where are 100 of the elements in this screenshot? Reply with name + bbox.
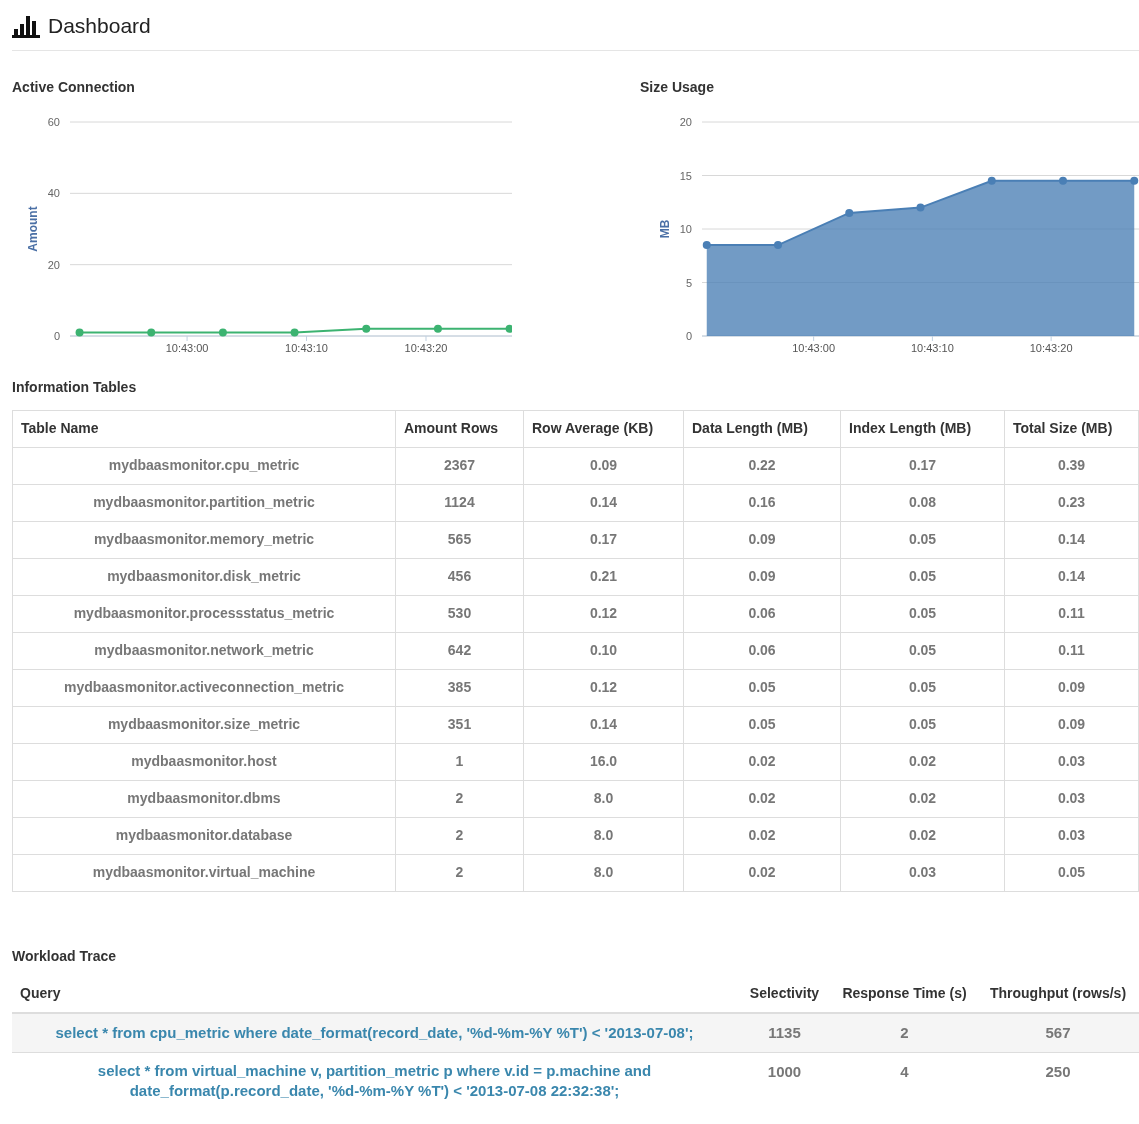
table-cell: 0.17 [840, 447, 1005, 484]
table-cell: mydbaasmonitor.size_metric [12, 706, 396, 743]
table-cell: mydbaasmonitor.virtual_machine [12, 854, 396, 891]
data-point [702, 240, 711, 249]
data-point [147, 327, 156, 336]
y-tick-label: 20 [679, 115, 692, 128]
chart-title: Active Connection [12, 77, 136, 97]
table-cell: mydbaasmonitor.processstatus_metric [12, 595, 396, 632]
x-tick-label: 10:43:10 [285, 341, 328, 354]
data-point [774, 240, 782, 249]
y-axis-title: Amount [26, 205, 40, 252]
table-cell: 0.05 [840, 669, 1005, 706]
table-cell: 2 [395, 817, 524, 854]
table-cell: 2 [832, 1012, 977, 1053]
table-cell: 0.22 [683, 447, 841, 484]
column-header: Throughput (rows/s) [977, 974, 1139, 1013]
table-cell: 0.02 [683, 780, 841, 817]
table-cell: 0.11 [1004, 632, 1139, 669]
x-tick-label: 10:43:00 [792, 341, 836, 354]
column-header: Table Name [12, 410, 396, 447]
x-tick-label: 10:43:10 [910, 341, 954, 354]
data-point [505, 324, 512, 333]
y-tick-label: 0 [53, 329, 60, 342]
table-cell: 0.09 [1004, 706, 1139, 743]
table-cell: 0.39 [1004, 447, 1139, 484]
y-tick-label: 40 [47, 186, 60, 199]
table-cell: 0.05 [840, 521, 1005, 558]
table-cell: 0.09 [683, 521, 841, 558]
table-cell: 0.06 [683, 595, 841, 632]
table-cell: 2 [395, 780, 524, 817]
column-header: Response Time (s) [832, 974, 977, 1013]
table-cell: 0.12 [523, 669, 684, 706]
table-cell: 0.05 [1004, 854, 1139, 891]
data-point [433, 324, 442, 333]
table-cell: 8.0 [523, 817, 684, 854]
table-cell: mydbaasmonitor.network_metric [12, 632, 396, 669]
table-cell: 0.16 [683, 484, 841, 521]
table-cell: 0.23 [1004, 484, 1139, 521]
table-cell: mydbaasmonitor.disk_metric [12, 558, 396, 595]
query-link[interactable]: select * from virtual_machine v, partition_metric p where v.id = p.machine and date_format(p.record_date, '%d-%m-%Y %T') < '2013-07-08 22:32:38'; [20, 1061, 729, 1101]
data-point [290, 327, 299, 336]
chart-title: Size Usage [640, 77, 715, 97]
table-cell: 0.05 [840, 558, 1005, 595]
column-header: Selectivity [737, 974, 832, 1013]
table-cell: 1135 [737, 1012, 832, 1053]
x-tick-label: 10:43:20 [1029, 341, 1073, 354]
table-cell: 0.05 [840, 706, 1005, 743]
y-tick-label: 20 [47, 258, 60, 271]
table-cell: 456 [395, 558, 524, 595]
table-cell: 0.17 [523, 521, 684, 558]
data-point [916, 203, 925, 212]
table-cell: 2367 [395, 447, 524, 484]
table-cell: mydbaasmonitor.host [12, 743, 396, 780]
data-point [987, 176, 996, 185]
table-cell: 0.14 [523, 706, 684, 743]
page-title: Dashboard [48, 13, 151, 39]
y-tick-label: 60 [47, 115, 60, 128]
x-tick-label: 10:43:00 [165, 341, 209, 354]
table-cell: 0.02 [840, 817, 1005, 854]
table-cell: 0.06 [683, 632, 841, 669]
column-header: Amount Rows [395, 410, 524, 447]
table-cell: 2 [395, 854, 524, 891]
y-tick-label: 15 [679, 169, 692, 181]
section-title: Workload Trace [12, 946, 117, 966]
table-cell: mydbaasmonitor.cpu_metric [12, 447, 396, 484]
column-header: Total Size (MB) [1004, 410, 1139, 447]
table-cell: 0.05 [840, 632, 1005, 669]
table-cell: 1124 [395, 484, 524, 521]
query-link[interactable]: select * from cpu_metric where date_format(record_date, '%d-%m-%Y %T') < '2013-07-08'; [20, 1022, 729, 1043]
column-header: Row Average (KB) [523, 410, 684, 447]
data-point [1059, 176, 1067, 185]
bar-chart-icon [12, 13, 40, 38]
table-cell: 0.02 [840, 780, 1005, 817]
table-cell: 0.14 [1004, 558, 1139, 595]
table-cell: 385 [395, 669, 524, 706]
y-tick-label: 0 [685, 329, 692, 342]
y-tick-label: 5 [685, 276, 692, 288]
table-cell: 0.03 [1004, 780, 1139, 817]
table-cell: 0.02 [840, 743, 1005, 780]
table-cell: 0.03 [1004, 817, 1139, 854]
table-cell: 250 [977, 1052, 1139, 1109]
table-cell: 0.05 [840, 595, 1005, 632]
y-axis-title: MB [658, 219, 672, 238]
table-cell: 0.09 [523, 447, 684, 484]
data-point [845, 208, 854, 217]
table-cell: 8.0 [523, 780, 684, 817]
table-cell: 0.03 [840, 854, 1005, 891]
table-cell: 565 [395, 521, 524, 558]
table-cell: 0.02 [683, 743, 841, 780]
table-cell: 0.05 [683, 669, 841, 706]
table-cell: 0.12 [523, 595, 684, 632]
data-point [1130, 176, 1139, 185]
table-cell: 567 [977, 1012, 1139, 1053]
table-cell: 0.09 [1004, 669, 1139, 706]
table-cell: 0.14 [523, 484, 684, 521]
column-header: Query [12, 974, 737, 1013]
data-point [218, 327, 227, 336]
table-cell: 1 [395, 743, 524, 780]
table-cell: 0.11 [1004, 595, 1139, 632]
table-cell: 16.0 [523, 743, 684, 780]
